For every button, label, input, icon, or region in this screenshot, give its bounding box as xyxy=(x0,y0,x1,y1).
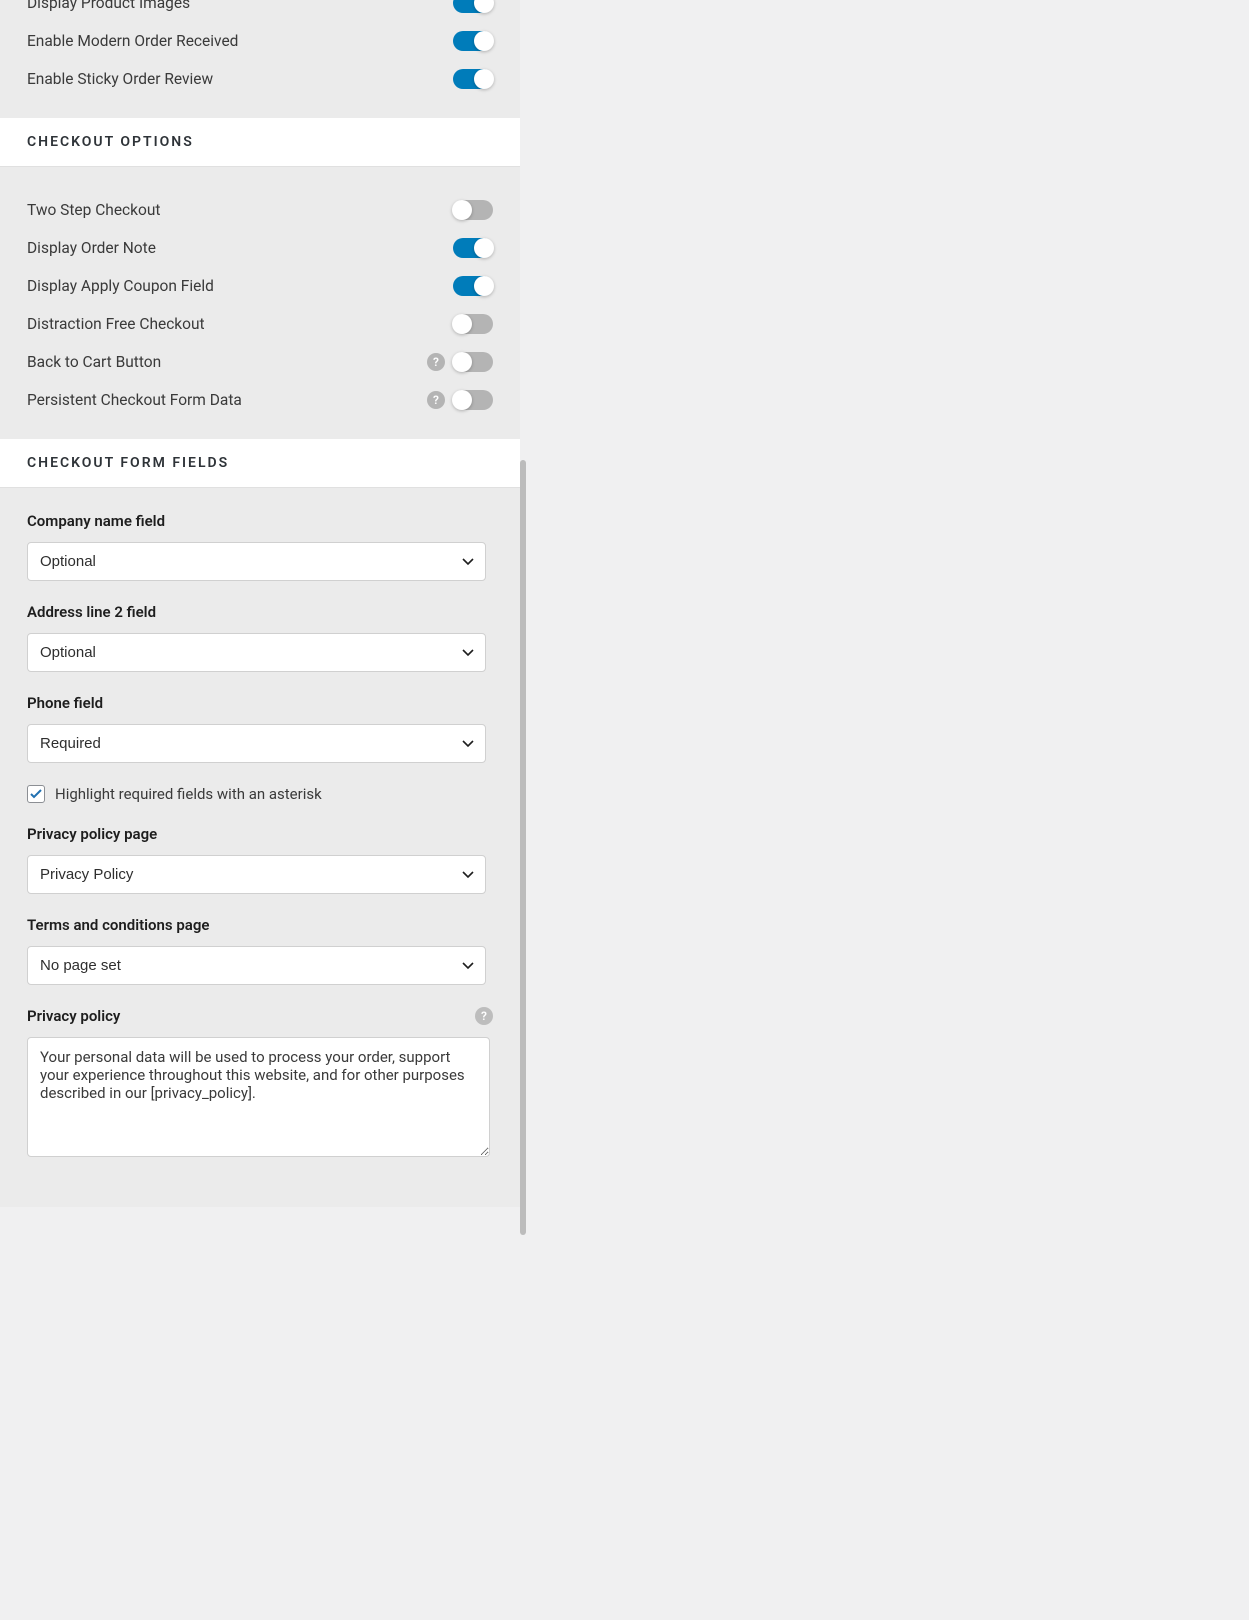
toggle-knob xyxy=(474,238,494,258)
toggle-two-step-checkout[interactable] xyxy=(453,200,493,220)
toggle-label: Display Order Note xyxy=(27,239,156,257)
toggle-display-order-note[interactable] xyxy=(453,238,493,258)
toggle-controls xyxy=(453,0,493,13)
toggle-controls: ? xyxy=(427,390,493,410)
toggle-knob xyxy=(474,0,494,13)
toggle-controls xyxy=(453,314,493,334)
toggle-label: Back to Cart Button xyxy=(27,353,161,371)
form-group-terms-page: Terms and conditions page No page set xyxy=(27,916,493,985)
select-company-name[interactable]: Optional xyxy=(27,542,486,581)
label-row: Privacy policy ? xyxy=(27,1007,493,1025)
toggle-label: Display Apply Coupon Field xyxy=(27,277,214,295)
select-wrap: Optional xyxy=(27,542,486,581)
toggle-row-sticky-order-review: Enable Sticky Order Review xyxy=(27,60,493,98)
toggle-controls: ? xyxy=(427,352,493,372)
section-header-checkout-form-fields: CHECKOUT FORM FIELDS xyxy=(0,439,520,488)
form-group-address2: Address line 2 field Optional xyxy=(27,603,493,672)
toggle-knob xyxy=(452,390,472,410)
settings-panel: Display Product Images Enable Modern Ord… xyxy=(0,0,520,1207)
toggle-row-display-order-note: Display Order Note xyxy=(27,229,493,267)
toggle-row-modern-order-received: Enable Modern Order Received xyxy=(27,22,493,60)
label-terms-page: Terms and conditions page xyxy=(27,916,493,934)
select-wrap: No page set xyxy=(27,946,486,985)
select-phone[interactable]: Required xyxy=(27,724,486,763)
checkmark-icon xyxy=(29,787,43,801)
form-fields-section: Company name field Optional Address line… xyxy=(0,488,520,1207)
toggle-knob xyxy=(474,69,494,89)
label-company-name: Company name field xyxy=(27,512,493,530)
toggle-label: Two Step Checkout xyxy=(27,201,160,219)
toggle-persistent-form-data[interactable] xyxy=(453,390,493,410)
scrollbar-thumb[interactable] xyxy=(520,460,526,1235)
toggle-display-coupon[interactable] xyxy=(453,276,493,296)
label-privacy-page: Privacy policy page xyxy=(27,825,493,843)
toggle-controls xyxy=(453,69,493,89)
checkout-options-section: Two Step Checkout Display Order Note Dis… xyxy=(0,167,520,439)
toggle-row-back-to-cart: Back to Cart Button ? xyxy=(27,343,493,381)
toggle-label: Enable Modern Order Received xyxy=(27,32,238,50)
checkbox-row-highlight-required: Highlight required fields with an asteri… xyxy=(27,785,493,803)
textarea-privacy-policy[interactable] xyxy=(27,1037,490,1157)
toggle-row-two-step-checkout: Two Step Checkout xyxy=(27,191,493,229)
section-header-checkout-options: CHECKOUT OPTIONS xyxy=(0,118,520,167)
toggle-modern-order-received[interactable] xyxy=(453,31,493,51)
select-address2[interactable]: Optional xyxy=(27,633,486,672)
toggle-controls xyxy=(453,276,493,296)
select-wrap: Privacy Policy xyxy=(27,855,486,894)
select-wrap: Required xyxy=(27,724,486,763)
help-icon[interactable]: ? xyxy=(427,353,445,371)
toggle-label: Persistent Checkout Form Data xyxy=(27,391,242,409)
toggle-controls xyxy=(453,238,493,258)
toggle-display-product-images[interactable] xyxy=(453,0,493,13)
label-address2: Address line 2 field xyxy=(27,603,493,621)
checkbox-label: Highlight required fields with an asteri… xyxy=(55,785,322,803)
label-phone: Phone field xyxy=(27,694,493,712)
toggle-knob xyxy=(474,31,494,51)
scrollbar-track xyxy=(520,0,526,1235)
toggle-knob xyxy=(452,352,472,372)
toggle-back-to-cart[interactable] xyxy=(453,352,493,372)
toggle-knob xyxy=(452,200,472,220)
select-wrap: Optional xyxy=(27,633,486,672)
form-group-phone: Phone field Required xyxy=(27,694,493,763)
help-icon[interactable]: ? xyxy=(475,1007,493,1025)
label-privacy-policy: Privacy policy xyxy=(27,1007,120,1025)
toggle-label: Display Product Images xyxy=(27,0,190,12)
toggle-row-persistent-form-data: Persistent Checkout Form Data ? xyxy=(27,381,493,419)
toggle-label: Enable Sticky Order Review xyxy=(27,70,213,88)
form-group-privacy-policy: Privacy policy ? xyxy=(27,1007,493,1161)
toggle-distraction-free[interactable] xyxy=(453,314,493,334)
toggle-controls xyxy=(453,200,493,220)
top-toggles-section: Display Product Images Enable Modern Ord… xyxy=(0,0,520,118)
toggle-sticky-order-review[interactable] xyxy=(453,69,493,89)
form-group-company: Company name field Optional xyxy=(27,512,493,581)
toggle-knob xyxy=(474,276,494,296)
toggle-row-display-coupon: Display Apply Coupon Field xyxy=(27,267,493,305)
select-terms-page[interactable]: No page set xyxy=(27,946,486,985)
checkbox-highlight-required[interactable] xyxy=(27,785,45,803)
toggle-knob xyxy=(452,314,472,334)
help-icon[interactable]: ? xyxy=(427,391,445,409)
select-privacy-page[interactable]: Privacy Policy xyxy=(27,855,486,894)
toggle-row-display-product-images: Display Product Images xyxy=(27,0,493,22)
toggle-controls xyxy=(453,31,493,51)
toggle-row-distraction-free: Distraction Free Checkout xyxy=(27,305,493,343)
form-group-privacy-page: Privacy policy page Privacy Policy xyxy=(27,825,493,894)
toggle-label: Distraction Free Checkout xyxy=(27,315,205,333)
